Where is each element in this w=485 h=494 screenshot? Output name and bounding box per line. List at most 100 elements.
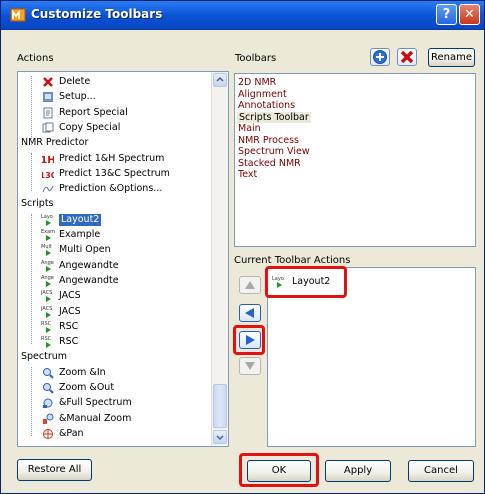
actions-list-item[interactable]: Ange Angewandte — [18, 275, 210, 287]
actions-list-item[interactable]: &Full Spectrum — [18, 397, 210, 409]
actions-list-item[interactable]: 13C Predict 13&C Spectrum — [18, 168, 210, 180]
scroll-thumb[interactable] — [213, 384, 227, 428]
report-icon — [42, 107, 54, 119]
cancel-button[interactable]: Cancel — [408, 460, 474, 482]
actions-list-item[interactable]: Spectrum — [18, 351, 210, 363]
script-icon-label: Exam — [41, 229, 56, 235]
move-down-button[interactable] — [239, 357, 261, 375]
actions-list-item[interactable]: 1H Predict 1&H Spectrum — [18, 152, 210, 166]
restore-all-button[interactable]: Restore All — [17, 459, 92, 481]
close-icon: ✕ — [464, 7, 475, 22]
red-x-icon — [42, 76, 54, 88]
arrow-right-icon — [246, 335, 255, 345]
actions-list-item[interactable]: RSC RSC — [18, 336, 210, 349]
actions-list-item-label: Spectrum — [21, 351, 68, 363]
script-icon-label: Mult — [41, 244, 52, 251]
actions-list-item-label: Angewandte — [59, 274, 119, 286]
current-toolbar-actions-list[interactable]: Layo Layout2 — [267, 267, 476, 447]
apply-button[interactable]: Apply — [325, 460, 391, 482]
actions-list-item[interactable]: RSC RSC — [18, 321, 210, 333]
help-button[interactable]: ? — [436, 4, 457, 25]
full-spectrum-icon — [42, 397, 54, 409]
actions-list-item-label: Delete — [59, 76, 91, 87]
toolbar-list-item[interactable]: Spectrum View — [238, 146, 310, 157]
zoom-out-icon — [42, 382, 54, 394]
ok-button[interactable]: OK — [247, 460, 311, 482]
actions-list-item[interactable]: Zoom &Out — [18, 382, 210, 394]
svg-text:13C: 13C — [42, 171, 54, 180]
actions-list-item[interactable]: Delete — [18, 76, 210, 88]
toolbar-list-item[interactable]: Alignment — [238, 89, 287, 100]
actions-list-item[interactable]: Prediction &Options... — [18, 183, 210, 195]
add-toolbar-button[interactable] — [370, 48, 390, 66]
toolbar-list-item[interactable]: Stacked NMR — [238, 158, 301, 169]
script-icon: RSC — [41, 320, 54, 333]
pan-icon — [42, 428, 54, 440]
red-x-icon — [400, 50, 414, 64]
chevron-down-icon — [216, 435, 224, 441]
toolbar-list-item[interactable]: Text — [238, 169, 257, 180]
actions-label: Actions — [17, 53, 54, 64]
actions-list-item[interactable]: Copy Special — [18, 122, 210, 134]
scroll-down-button[interactable] — [213, 430, 227, 444]
toolbar-list-item[interactable]: Main — [238, 123, 261, 134]
svg-text:1H: 1H — [42, 155, 54, 165]
script-icon-label: RSC — [41, 336, 52, 343]
arrow-up-icon — [245, 281, 255, 289]
actions-list-item[interactable]: NMR Predictor — [18, 137, 210, 149]
actions-list-item[interactable]: JACS JACS — [18, 290, 210, 303]
actions-list-item[interactable]: Report Special — [18, 107, 210, 119]
toolbar-list-item[interactable]: Annotations — [238, 100, 295, 111]
current-action-item[interactable]: Layo Layout2 — [268, 276, 388, 288]
customize-toolbars-dialog: Customize Toolbars ? ✕ Actions Delete Set… — [0, 0, 485, 494]
toolbars-label: Toolbars — [235, 53, 277, 64]
toolbar-list-item[interactable]: NMR Process — [238, 135, 299, 146]
actions-list-item-label: Angewandte — [59, 259, 119, 271]
scroll-up-button[interactable] — [213, 73, 227, 87]
delete-toolbar-button[interactable] — [397, 48, 417, 66]
actions-list-item[interactable]: Ange Angewandte — [18, 260, 210, 272]
close-button[interactable]: ✕ — [459, 4, 480, 25]
rename-button[interactable]: Rename — [428, 48, 475, 67]
toolbar-list-item[interactable]: Scripts Toolbar — [237, 111, 311, 123]
script-icon-label: RSC — [41, 320, 52, 327]
script-icon: RSC — [41, 336, 54, 349]
script-icon-label: Ange — [41, 259, 54, 266]
actions-list-item-label: Scripts — [21, 198, 54, 210]
title-bar[interactable]: Customize Toolbars ? ✕ — [1, 1, 484, 30]
actions-list-item[interactable]: Layo Layout2 — [18, 213, 210, 226]
actions-list-item[interactable]: &Pan — [18, 428, 210, 440]
actions-list-item-label: Setup... — [59, 91, 96, 103]
actions-list-item-label: Copy Special — [59, 121, 121, 133]
current-action-label: Layout2 — [292, 276, 331, 287]
current-toolbar-actions-label: Current Toolbar Actions — [234, 255, 351, 266]
actions-list-item[interactable]: Zoom &In — [18, 367, 210, 379]
toolbar-list-item[interactable]: 2D NMR — [238, 77, 276, 88]
script-icon: Layo — [41, 214, 54, 226]
actions-list-item-label: Prediction &Options... — [59, 183, 163, 195]
help-icon: ? — [442, 7, 451, 22]
actions-list-item[interactable]: Exam Example — [18, 229, 210, 241]
actions-scrollbar[interactable] — [211, 72, 228, 446]
actions-list-item-label: Zoom &In — [59, 366, 106, 378]
remove-action-button[interactable] — [239, 304, 261, 322]
actions-list-item-label: Predict 1&H Spectrum — [59, 152, 165, 164]
actions-list-item[interactable]: &Manual Zoom — [18, 413, 210, 425]
tree-guide-line — [31, 213, 32, 345]
actions-list-item-label: RSC — [59, 320, 79, 332]
add-action-button[interactable] — [239, 331, 261, 349]
move-up-button[interactable] — [239, 276, 261, 294]
app-icon — [10, 8, 26, 22]
13c-icon: 13C — [39, 168, 56, 180]
actions-list-item[interactable]: JACS JACS — [18, 306, 210, 318]
script-icon-label: Layo — [272, 276, 284, 282]
actions-list-item[interactable]: Scripts — [18, 198, 210, 210]
actions-list-item-label: &Manual Zoom — [59, 412, 132, 424]
setup-icon — [42, 91, 54, 103]
actions-list-item-label: &Pan — [59, 427, 84, 439]
actions-list-item[interactable]: Setup... — [18, 91, 210, 103]
actions-list[interactable]: Delete Setup... Report Special Copy Special… — [17, 71, 229, 447]
script-icon: Mult — [41, 244, 54, 257]
toolbars-list[interactable]: 2D NMR Alignment Annotations Scripts Toolba… — [234, 73, 476, 247]
actions-list-item[interactable]: Mult Multi Open — [18, 244, 210, 257]
